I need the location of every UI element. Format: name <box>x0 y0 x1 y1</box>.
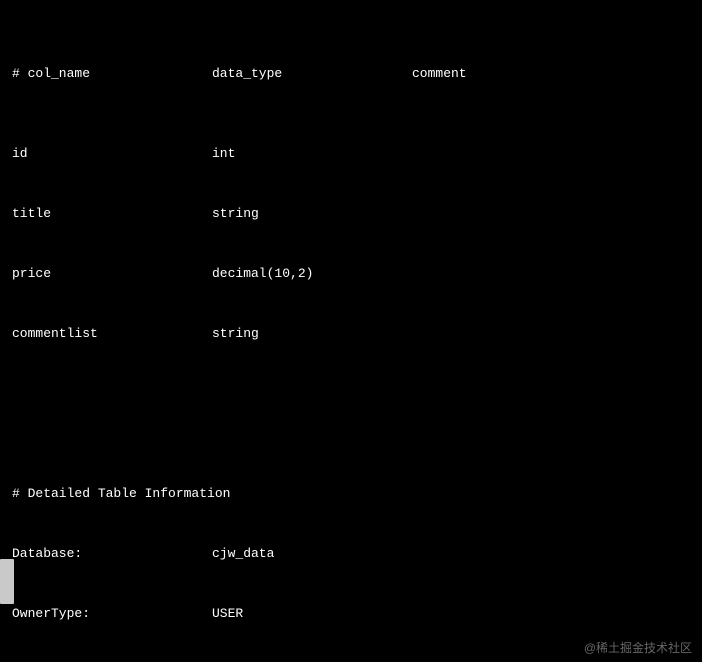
schema-row: commentliststring <box>12 324 692 344</box>
column-type: string <box>212 204 259 224</box>
schema-row: titlestring <box>12 204 692 224</box>
schema-row: pricedecimal(10,2) <box>12 264 692 284</box>
detail-row: Database:cjw_data <box>12 544 692 564</box>
schema-header-comment: comment <box>412 64 467 84</box>
detail-key: Database: <box>12 544 212 564</box>
scrollbar-thumb[interactable] <box>0 559 14 604</box>
detail-row: OwnerType:USER <box>12 604 692 624</box>
schema-header-colname: # col_name <box>12 64 212 84</box>
schema-header-row: # col_namedata_typecomment <box>12 64 692 84</box>
column-type: string <box>212 324 259 344</box>
detail-value: USER <box>212 604 243 624</box>
detail-key: OwnerType: <box>12 604 212 624</box>
terminal-output[interactable]: # col_namedata_typecomment idint titlest… <box>0 0 702 662</box>
detail-value: cjw_data <box>212 544 274 564</box>
schema-row: idint <box>12 144 692 164</box>
watermark-text: @稀土掘金技术社区 <box>584 638 692 658</box>
column-name: id <box>12 144 212 164</box>
section-heading-detail: # Detailed Table Information <box>12 484 692 504</box>
column-name: price <box>12 264 212 284</box>
column-name: commentlist <box>12 324 212 344</box>
schema-header-datatype: data_type <box>212 64 412 84</box>
column-type: decimal(10,2) <box>212 264 313 284</box>
column-type: int <box>212 144 235 164</box>
column-name: title <box>12 204 212 224</box>
blank-line <box>12 404 692 424</box>
